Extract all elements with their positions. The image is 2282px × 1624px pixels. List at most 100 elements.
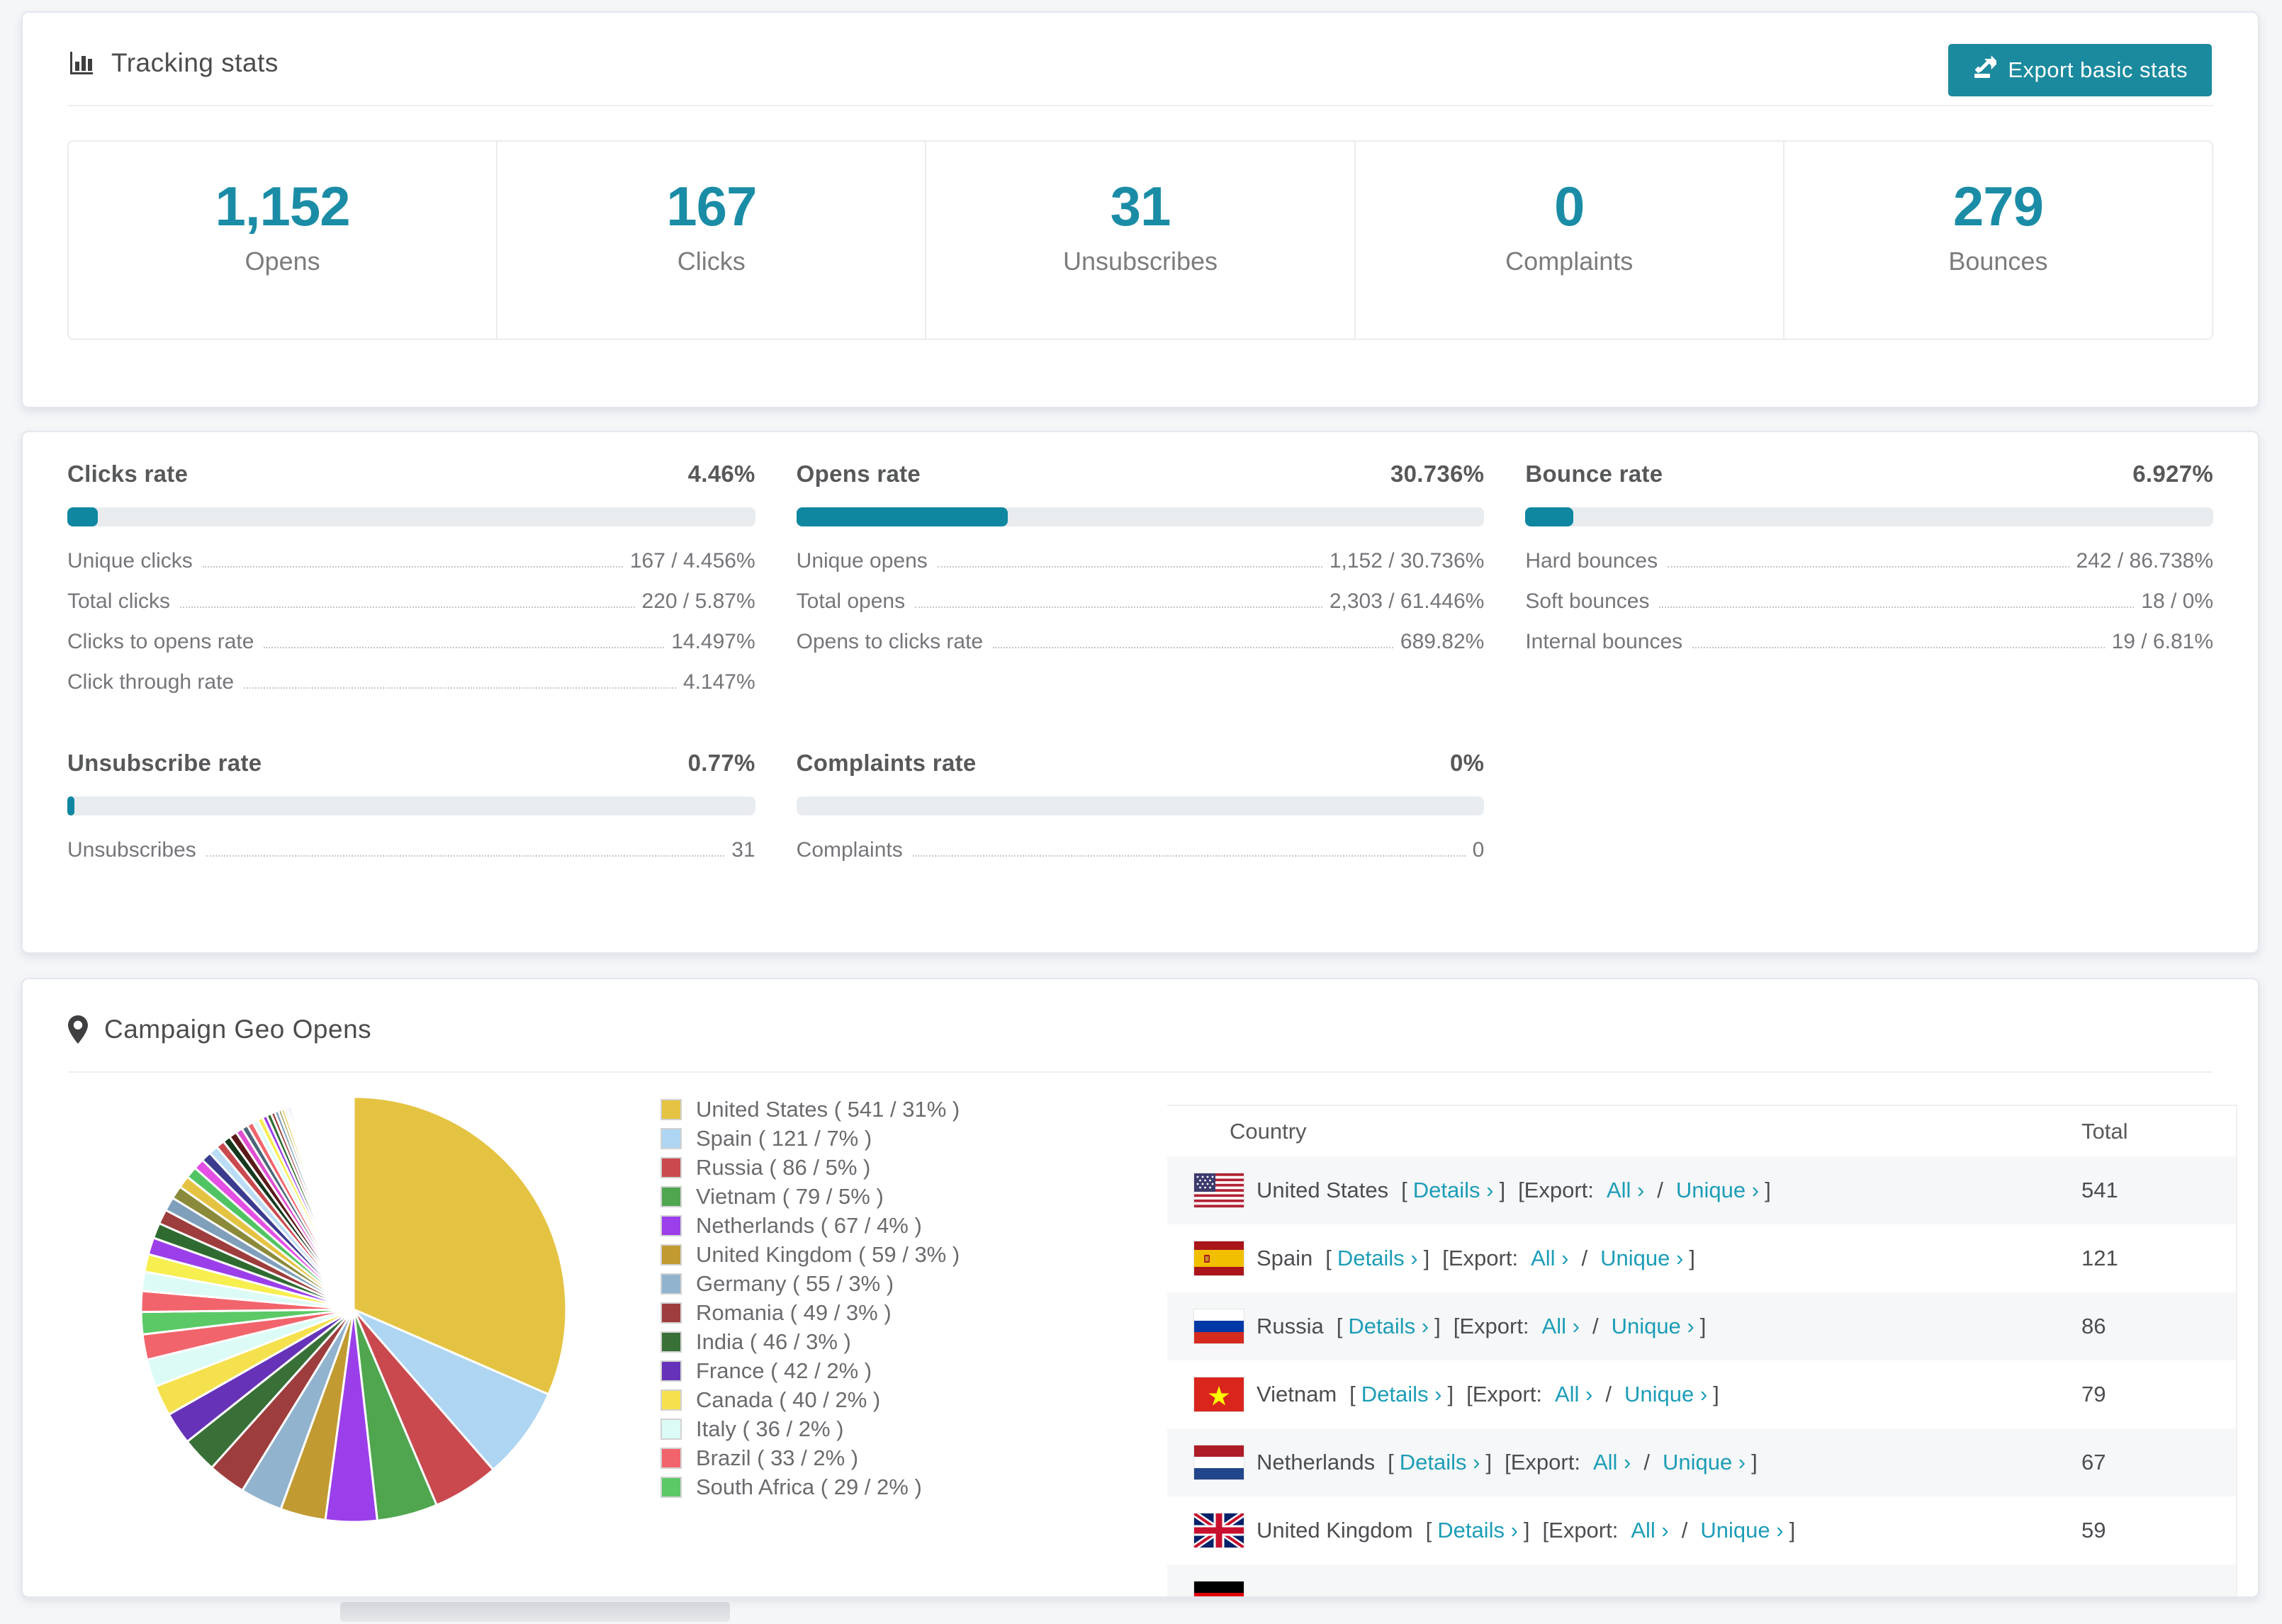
table-row-spain: Spain [Details ›] [Export: All › / Unique ›…	[1167, 1224, 2236, 1292]
country-total: 67	[2081, 1450, 2106, 1474]
progress-fill	[67, 507, 99, 526]
stat-label: Clicks to opens rate	[67, 630, 254, 653]
export-unique-link[interactable]: Unique ›	[1700, 1518, 1783, 1543]
campaign-geo-opens-card: Campaign Geo Opens United States ( 541 /…	[21, 978, 2259, 1598]
details-link[interactable]: Details ›	[1437, 1518, 1518, 1543]
opens-rate-value: 30.736%	[1390, 461, 1485, 487]
country-total: 59	[2081, 1518, 2106, 1543]
legend-swatch	[661, 1185, 682, 1207]
export-all-link[interactable]: All ›	[1631, 1518, 1668, 1543]
export-button-label: Export basic stats	[2008, 57, 2188, 82]
bar-chart-icon	[67, 49, 96, 77]
legend-item[interactable]: South Africa ( 29 / 2% )	[661, 1472, 960, 1501]
unsubscribe-rate-value: 0.77%	[687, 750, 755, 776]
bounce-rate-title: Bounce rate	[1525, 461, 1663, 487]
horizontal-scrollbar[interactable]	[340, 1602, 730, 1622]
stat-clicks: 167 Clicks	[498, 142, 927, 339]
stat-value: 167 / 4.456%	[629, 549, 755, 573]
stat-value: 220 / 5.87%	[641, 590, 755, 613]
unsubscribes-label: Unsubscribes	[1062, 247, 1218, 276]
progress-fill	[796, 507, 1008, 526]
bounce-rate-value: 6.927%	[2132, 461, 2213, 487]
stat-value: 1,152 / 30.736%	[1329, 549, 1485, 573]
legend-label: Romania ( 49 / 3% )	[696, 1299, 892, 1325]
stat-label: Internal bounces	[1525, 630, 1683, 653]
details-link[interactable]: Details ›	[1400, 1450, 1480, 1475]
details-link[interactable]: Details ›	[1348, 1314, 1429, 1339]
stat-value: 689.82%	[1400, 630, 1485, 653]
legend-item[interactable]: United Kingdom ( 59 / 3% )	[661, 1240, 960, 1269]
progress-fill	[67, 796, 74, 816]
export-unique-link[interactable]: Unique ›	[1624, 1382, 1707, 1407]
bounces-count: 279	[1952, 175, 2044, 237]
geo-table-body: United States [Details ›] [Export: All › /…	[1167, 1156, 2236, 1596]
legend-item[interactable]: France ( 42 / 2% )	[661, 1356, 960, 1385]
table-row-vietnam: Vietnam [Details ›] [Export: All › / Unique…	[1167, 1360, 2236, 1428]
table-row-netherlands: Netherlands [Details ›] [Export: All › / Un…	[1167, 1428, 2236, 1496]
stat-complaints: 0 Complaints	[1356, 142, 1784, 339]
unsubscribe-rate-title: Unsubscribe rate	[67, 750, 262, 776]
complaints-rate-value: 0%	[1450, 750, 1485, 776]
export-all-link[interactable]: All ›	[1555, 1382, 1592, 1407]
legend-item[interactable]: Germany ( 55 / 3% )	[661, 1269, 960, 1298]
export-unique-link[interactable]: Unique ›	[1663, 1450, 1746, 1475]
complaints-rate-progress	[796, 796, 1485, 816]
legend-item[interactable]: Vietnam ( 79 / 5% )	[661, 1182, 960, 1211]
map-marker-icon	[67, 1015, 89, 1044]
export-all-link[interactable]: All ›	[1542, 1314, 1580, 1339]
stats-summary-panel: 1,152 Opens 167 Clicks 31 Unsubscribes 0…	[67, 140, 2213, 340]
geo-title: Campaign Geo Opens	[104, 1015, 372, 1044]
details-link[interactable]: Details ›	[1361, 1382, 1442, 1407]
table-row-united-kingdom: United Kingdom [Details ›] [Export: All ›…	[1167, 1496, 2236, 1564]
legend-label: Vietnam ( 79 / 5% )	[696, 1183, 884, 1209]
legend-item[interactable]: Spain ( 121 / 7% )	[661, 1124, 960, 1153]
country-name: United Kingdom	[1257, 1518, 1413, 1543]
geo-header: Campaign Geo Opens	[67, 979, 2213, 1073]
export-basic-stats-button[interactable]: Export basic stats	[1948, 44, 2212, 96]
stat-label: Soft bounces	[1525, 590, 1650, 613]
legend-item[interactable]: Canada ( 40 / 2% )	[661, 1385, 960, 1414]
legend-label: South Africa ( 29 / 2% )	[696, 1474, 922, 1499]
export-unique-link[interactable]: Unique ›	[1612, 1314, 1694, 1339]
legend-item[interactable]: India ( 46 / 3% )	[661, 1327, 960, 1356]
legend-swatch	[661, 1098, 682, 1120]
legend-swatch	[661, 1389, 682, 1411]
export-all-link[interactable]: All ›	[1531, 1246, 1568, 1271]
united-states-flag-icon	[1193, 1173, 1244, 1208]
unsubscribes-count: 31	[1110, 175, 1171, 237]
country-name: Vietnam	[1257, 1382, 1337, 1406]
export-unique-link[interactable]: Unique ›	[1600, 1246, 1683, 1271]
stat-value: 242 / 86.738%	[2076, 549, 2214, 573]
legend-swatch	[661, 1418, 682, 1440]
legend-item[interactable]: Russia ( 86 / 5% )	[661, 1153, 960, 1182]
clicks-count: 167	[666, 175, 757, 237]
geo-legend: United States ( 541 / 31% ) Spain ( 121 /…	[661, 1095, 960, 1501]
stat-label: Unsubscribes	[67, 838, 196, 862]
details-link[interactable]: Details ›	[1413, 1178, 1494, 1203]
legend-label: Italy ( 36 / 2% )	[696, 1416, 844, 1441]
details-link[interactable]: Details ›	[1337, 1246, 1418, 1271]
stat-label: Unique opens	[796, 549, 928, 573]
country-total: 121	[2081, 1246, 2118, 1270]
legend-item[interactable]: Italy ( 36 / 2% )	[661, 1414, 960, 1443]
legend-item[interactable]: United States ( 541 / 31% )	[661, 1095, 960, 1124]
export-unique-link[interactable]: Unique ›	[1676, 1178, 1759, 1203]
tracking-stats-card: Tracking stats Export basic stats 1,152 …	[21, 11, 2259, 408]
legend-item[interactable]: Netherlands ( 67 / 4% )	[661, 1211, 960, 1240]
stat-label: Unique clicks	[67, 549, 193, 573]
legend-label: France ( 42 / 2% )	[696, 1358, 872, 1383]
total-column-header: Total	[2081, 1118, 2128, 1144]
legend-swatch	[661, 1156, 682, 1178]
legend-label: Russia ( 86 / 5% )	[696, 1154, 871, 1180]
stat-value: 14.497%	[671, 630, 755, 653]
country-total: 541	[2081, 1178, 2118, 1202]
stat-label: Click through rate	[67, 670, 235, 694]
export-all-link[interactable]: All ›	[1593, 1450, 1631, 1475]
bounce-rate-block: Bounce rate 6.927% Hard bounces 242 / 86.…	[1525, 461, 2213, 711]
legend-label: United States ( 541 / 31% )	[696, 1096, 960, 1122]
bounce-rate-progress	[1525, 507, 2213, 526]
export-all-link[interactable]: All ›	[1607, 1178, 1644, 1203]
legend-label: Spain ( 121 / 7% )	[696, 1125, 872, 1151]
legend-item[interactable]: Brazil ( 33 / 2% )	[661, 1443, 960, 1472]
legend-item[interactable]: Romania ( 49 / 3% )	[661, 1298, 960, 1327]
